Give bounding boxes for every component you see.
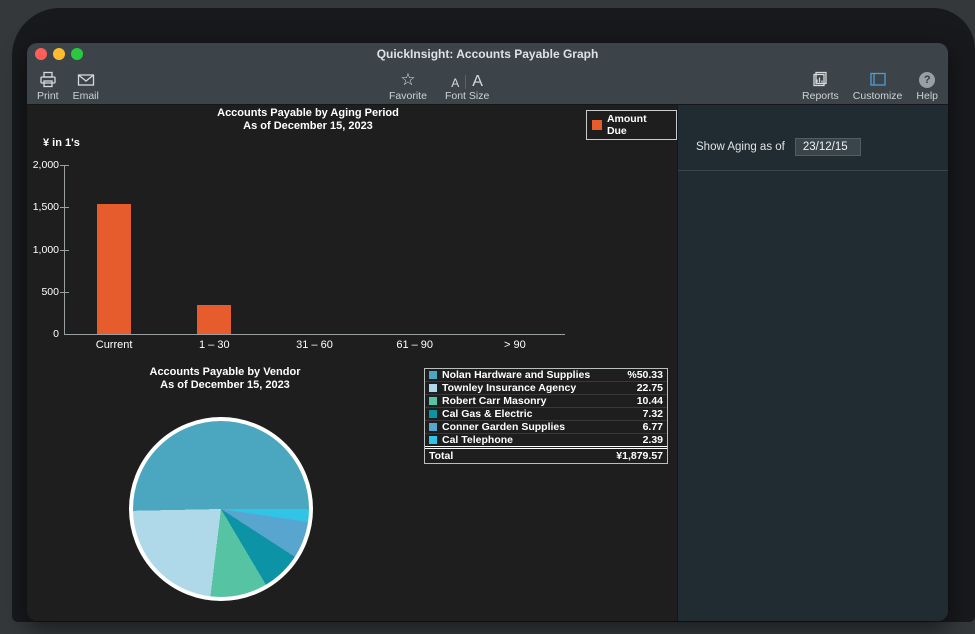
vendor-name: Cal Telephone <box>442 434 643 446</box>
amount-due-swatch <box>592 120 602 130</box>
star-icon: ☆ <box>400 70 415 89</box>
pie-chart-title: Accounts Payable by Vendor <box>27 366 423 379</box>
bar-chart-subtitle: As of December 15, 2023 <box>27 120 589 133</box>
font-size-button[interactable]: A A Font Size <box>445 68 489 102</box>
amount-due-label: Amount Due <box>607 113 669 137</box>
window-title: QuickInsight: Accounts Payable Graph <box>27 47 948 61</box>
customize-icon <box>868 70 888 89</box>
legend-row: Conner Garden Supplies6.77 <box>425 421 667 434</box>
customize-button[interactable]: Customize <box>853 68 903 102</box>
x-category-label: 1 – 30 <box>164 339 264 351</box>
vendor-name: Cal Gas & Electric <box>442 408 643 420</box>
vendor-value: 10.44 <box>637 395 663 407</box>
vendor-swatch <box>429 423 437 431</box>
y-tick-label: 0 <box>27 328 59 340</box>
vendor-legend-table: Nolan Hardware and Supplies%50.33Townley… <box>424 368 668 464</box>
vendor-value: 7.32 <box>643 408 663 420</box>
y-tick-label: 1,500 <box>27 201 59 213</box>
title-bar[interactable]: QuickInsight: Accounts Payable Graph <box>27 43 948 65</box>
vendor-value: 6.77 <box>643 421 663 433</box>
vendor-swatch <box>429 397 437 405</box>
y-tick-label: 500 <box>27 286 59 298</box>
print-icon <box>38 70 58 89</box>
app-window: QuickInsight: Accounts Payable Graph Pri… <box>27 43 948 621</box>
panel-divider <box>678 170 948 171</box>
y-tick-mark <box>60 165 69 166</box>
y-tick-label: 1,000 <box>27 244 59 256</box>
bar-current <box>97 204 131 334</box>
reports-button[interactable]: Reports <box>802 68 839 102</box>
email-label: Email <box>73 90 99 102</box>
legend-row: Cal Telephone2.39 <box>425 434 667 447</box>
help-icon: ? <box>919 70 935 89</box>
vendor-value: 2.39 <box>643 434 663 446</box>
x-category-label: 31 – 60 <box>265 339 365 351</box>
amount-due-legend: Amount Due <box>586 110 677 140</box>
legend-row: Cal Gas & Electric7.32 <box>425 408 667 421</box>
pie-chart-title-block: Accounts Payable by Vendor As of Decembe… <box>27 366 423 391</box>
vendor-value: 22.75 <box>637 382 663 394</box>
x-category-label: Current <box>64 339 164 351</box>
help-button[interactable]: ? Help <box>916 68 938 102</box>
font-size-label: Font Size <box>445 90 489 102</box>
y-tick-mark <box>60 292 69 293</box>
x-axis-line <box>64 334 565 335</box>
y-tick-mark <box>60 207 69 208</box>
email-icon <box>76 70 96 89</box>
toolbar: Print Email ☆ Favorite A <box>27 65 948 105</box>
aging-date-input[interactable] <box>795 138 861 156</box>
pie-chart <box>129 417 313 601</box>
reports-label: Reports <box>802 90 839 102</box>
vendor-swatch <box>429 436 437 444</box>
favorite-button[interactable]: ☆ Favorite <box>389 68 427 102</box>
y-tick-label: 2,000 <box>27 159 59 171</box>
legend-row: Nolan Hardware and Supplies%50.33 <box>425 369 667 382</box>
print-label: Print <box>37 90 59 102</box>
total-value: ¥1,879.57 <box>616 450 663 462</box>
aging-row: Show Aging as of <box>696 138 861 156</box>
right-panel: Show Aging as of <box>677 105 948 621</box>
pie-chart-subtitle: As of December 15, 2023 <box>27 379 423 392</box>
x-category-label: 61 – 90 <box>365 339 465 351</box>
total-row: Total¥1,879.57 <box>425 448 667 463</box>
print-button[interactable]: Print <box>37 68 59 102</box>
vendor-swatch <box>429 410 437 418</box>
vendor-swatch <box>429 371 437 379</box>
vendor-name: Townley Insurance Agency <box>442 382 637 394</box>
aging-label: Show Aging as of <box>696 141 785 153</box>
font-size-icon: A A <box>451 70 483 89</box>
customize-label: Customize <box>853 90 903 102</box>
favorite-label: Favorite <box>389 90 427 102</box>
y-tick-mark <box>60 250 69 251</box>
main-content: Accounts Payable by Aging Period As of D… <box>27 105 948 621</box>
vendor-swatch <box>429 384 437 392</box>
bar-chart-title: Accounts Payable by Aging Period <box>27 107 589 120</box>
chart-area: Accounts Payable by Aging Period As of D… <box>27 105 677 621</box>
y-axis-label: ¥ in 1's <box>43 137 103 149</box>
help-label: Help <box>916 90 938 102</box>
vendor-value: %50.33 <box>627 369 663 381</box>
total-label: Total <box>429 450 616 462</box>
legend-row: Robert Carr Masonry10.44 <box>425 395 667 408</box>
bar-chart-title-block: Accounts Payable by Aging Period As of D… <box>27 107 589 132</box>
vendor-name: Conner Garden Supplies <box>442 421 643 433</box>
x-category-label: > 90 <box>465 339 565 351</box>
legend-row: Townley Insurance Agency22.75 <box>425 382 667 395</box>
vendor-name: Robert Carr Masonry <box>442 395 637 407</box>
vendor-name: Nolan Hardware and Supplies <box>442 369 627 381</box>
reports-icon <box>810 70 830 89</box>
email-button[interactable]: Email <box>73 68 99 102</box>
bar-1-30 <box>197 305 231 334</box>
